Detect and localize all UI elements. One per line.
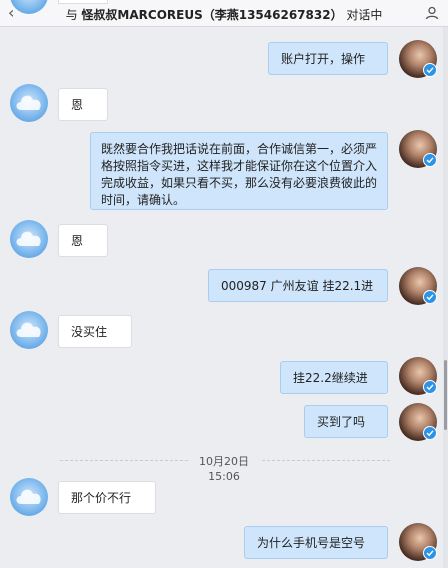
message-bubble-outgoing: 挂22.2继续进 (280, 361, 388, 394)
verified-badge-icon (423, 63, 437, 77)
scrollbar-track[interactable] (443, 27, 448, 568)
message-bubble-incoming: 恩 (58, 88, 108, 121)
message-text: 既然要合作我把话说在前面，合作诚信第一，必须严格按照指令买进，这样我才能保证你在… (101, 142, 378, 207)
contact-avatar[interactable] (10, 84, 48, 122)
contact-name: 怪叔叔MARCOREUS（李燕13546267832） (81, 8, 343, 22)
message-text: 恩 (71, 98, 84, 112)
message-bubble-outgoing: 账户打开，操作 (268, 42, 388, 75)
title-suffix: 对话中 (346, 8, 383, 22)
message-text: 那个价不行 (71, 491, 132, 505)
message-text: 000987 广州友谊 挂22.1进 (221, 279, 374, 293)
verified-badge-icon (423, 153, 437, 167)
verified-badge-icon (423, 290, 437, 304)
message-text: 买到了吗 (317, 415, 366, 429)
chat-title: 与 怪叔叔MARCOREUS（李燕13546267832） 对话中 (0, 6, 448, 23)
contact-avatar[interactable] (10, 220, 48, 258)
message-bubble-incoming: 恩 (58, 224, 108, 257)
contact-avatar[interactable] (10, 311, 48, 349)
verified-badge-icon (423, 426, 437, 440)
verified-badge-icon (423, 546, 437, 560)
message-bubble-incoming: 没买住 (58, 315, 132, 348)
message-text: 没买住 (71, 325, 108, 339)
timestamp-date: 10月20日 (199, 455, 249, 468)
chat-header: ‹ 与 怪叔叔MARCOREUS（李燕13546267832） 对话中 (0, 0, 448, 27)
message-bubble-outgoing: 为什么手机号是空号 (244, 526, 388, 559)
message-text: 账户打开，操作 (281, 52, 366, 66)
message-bubble-incoming: 那个价不行 (58, 481, 156, 514)
message-bubble-outgoing: 000987 广州友谊 挂22.1进 (208, 269, 388, 302)
scrollbar-thumb[interactable] (444, 360, 447, 430)
title-prefix: 与 (65, 8, 78, 22)
contact-avatar[interactable] (10, 478, 48, 516)
message-bubble-outgoing: 既然要合作我把话说在前面，合作诚信第一，必须严格按照指令买进，这样我才能保证你在… (90, 132, 388, 210)
message-text: 挂22.2继续进 (293, 371, 368, 385)
message-bubble-outgoing: 买到了吗 (304, 405, 388, 438)
verified-badge-icon (423, 380, 437, 394)
user-icon[interactable] (424, 5, 440, 21)
message-bubble-partial (58, 0, 108, 4)
message-text: 恩 (71, 234, 84, 248)
message-text: 为什么手机号是空号 (257, 536, 366, 550)
